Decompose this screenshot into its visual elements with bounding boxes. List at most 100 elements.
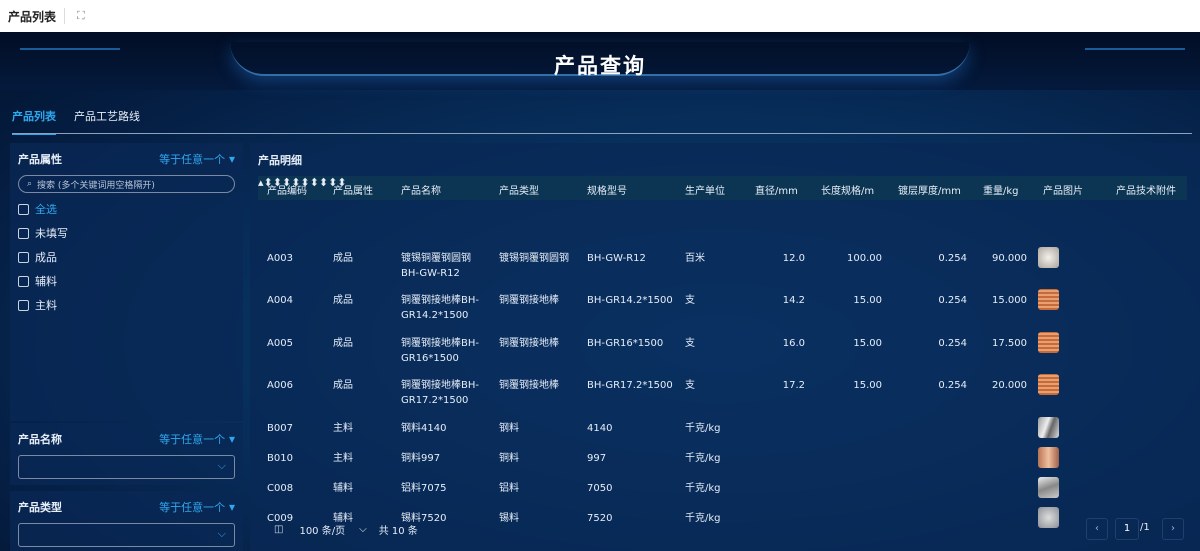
- checkbox-unfilled[interactable]: 未填写: [18, 225, 243, 241]
- product-detail-panel: 产品明细 产品编码 ▴ 产品属性 ⬍ 产品名称 ⬍ 产品类型 ⬍ 规格型号 ⬍ 生产单位 ⬍ 直径/mm…: [250, 143, 1200, 551]
- checkbox-label: 未填写: [35, 227, 68, 240]
- chevron-down-icon: ⌵: [217, 459, 226, 472]
- topbar: 产品列表 ⛶: [0, 0, 1200, 32]
- cell-unit: 支: [685, 295, 695, 306]
- checkbox-icon: [18, 275, 29, 287]
- checkbox-main[interactable]: 主料: [18, 297, 243, 313]
- cell-weight: 17.500: [992, 338, 1027, 349]
- cell-unit: 百米: [685, 253, 705, 264]
- cell-attr: 成品: [333, 253, 353, 264]
- cell-type: 钢料: [499, 423, 519, 434]
- product-type-select[interactable]: ⌵: [18, 523, 235, 547]
- filter-search-input[interactable]: ⌕ 搜索 (多个关键词用空格隔开): [18, 175, 235, 193]
- product-name-select[interactable]: ⌵: [18, 455, 235, 479]
- cell-len: 100.00: [847, 253, 882, 264]
- cell-unit: 千克/kg: [685, 483, 721, 494]
- filter-label: 产品属性: [18, 153, 62, 166]
- filter-operator[interactable]: 等于任意一个: [159, 431, 235, 447]
- tab-divider: [12, 133, 1192, 134]
- page-size[interactable]: 100 条/页: [299, 522, 345, 537]
- filter-label: 产品类型: [18, 501, 62, 514]
- filter-operator[interactable]: 等于任意一个: [159, 499, 235, 515]
- cell-spec: BH-GW-R12: [587, 253, 646, 264]
- cell-type: 铜料: [499, 453, 519, 464]
- cell-type: 镀锡铜覆钢圆钢: [499, 253, 569, 264]
- cell-unit: 支: [685, 338, 695, 349]
- column-label: 直径/mm: [755, 186, 798, 197]
- product-image-thumbnail[interactable]: [1038, 332, 1059, 353]
- page-input[interactable]: 1: [1115, 518, 1139, 540]
- filter-name: 产品名称 等于任意一个 ⌵: [10, 423, 243, 485]
- product-image-thumbnail[interactable]: [1038, 374, 1059, 395]
- dashboard: 产品查询 产品列表 产品工艺路线 产品属性等于任意一个 ⌕搜索 (多个关键词用空…: [0, 32, 1200, 551]
- column-label: 产品图片: [1043, 186, 1083, 197]
- checkbox-auxiliary[interactable]: 辅料: [18, 273, 243, 289]
- prev-page-button[interactable]: ‹: [1086, 518, 1108, 540]
- tab-bar: 产品列表 产品工艺路线: [12, 108, 140, 135]
- column-label: 镀层厚度/mm: [898, 186, 961, 197]
- column-header[interactable]: 生产单位: [685, 182, 725, 197]
- sort-icon[interactable]: ⬍: [310, 176, 319, 189]
- next-page-button[interactable]: ›: [1162, 518, 1184, 540]
- cell-type: 铜覆钢接地棒: [499, 338, 559, 349]
- panel-title: 产品明细: [258, 154, 302, 167]
- cell-code: A003: [267, 253, 293, 264]
- cell-attr: 成品: [333, 338, 353, 349]
- checkbox-label: 辅料: [35, 275, 57, 288]
- cell-spec: BH-GR16*1500: [587, 338, 664, 349]
- search-placeholder: 搜索 (多个关键词用空格隔开): [37, 180, 155, 191]
- column-header[interactable]: 直径/mm: [755, 182, 798, 197]
- column-header[interactable]: 产品名称: [401, 182, 441, 197]
- column-label: 产品类型: [499, 186, 539, 197]
- column-header[interactable]: 产品属性: [333, 182, 373, 197]
- column-label: 重量/kg: [983, 186, 1019, 197]
- chevron-down-icon: ⌵: [217, 527, 226, 540]
- cell-thick: 0.254: [938, 253, 967, 264]
- chevron-down-icon[interactable]: ⌵: [359, 524, 367, 535]
- column-header[interactable]: 产品技术附件: [1116, 182, 1176, 197]
- tab-product-list[interactable]: 产品列表: [12, 108, 56, 135]
- column-header[interactable]: 镀层厚度/mm: [898, 182, 961, 197]
- filter-type: 产品类型 等于任意一个 ⌵: [10, 491, 243, 551]
- cell-unit: 千克/kg: [685, 423, 721, 434]
- column-header[interactable]: 长度规格/m: [821, 182, 874, 197]
- filter-label: 产品名称: [18, 433, 62, 446]
- cell-spec: 997: [587, 453, 607, 464]
- column-header[interactable]: 重量/kg: [983, 182, 1019, 197]
- cell-len: 15.00: [853, 338, 882, 349]
- column-header[interactable]: 产品编码: [267, 182, 307, 197]
- checkbox-all[interactable]: 全选: [18, 201, 243, 217]
- column-header[interactable]: 规格型号: [587, 182, 627, 197]
- page-total: /1: [1140, 522, 1150, 533]
- checkbox-finished[interactable]: 成品: [18, 249, 243, 265]
- filter-operator[interactable]: 等于任意一个: [159, 151, 235, 167]
- cell-code: B007: [267, 423, 293, 434]
- sort-icon[interactable]: ⬍: [319, 176, 328, 189]
- column-label: 规格型号: [587, 186, 627, 197]
- column-header[interactable]: 产品类型: [499, 182, 539, 197]
- cell-name1: 镀锡铜覆钢圆钢: [401, 253, 471, 264]
- tab-process-route[interactable]: 产品工艺路线: [74, 108, 140, 135]
- cell-name1: 钢料4140: [401, 423, 447, 434]
- cell-code: C008: [267, 483, 294, 494]
- cell-dia: 16.0: [782, 338, 805, 349]
- checkbox-icon: [18, 203, 29, 215]
- divider: [64, 8, 66, 24]
- product-image-thumbnail[interactable]: [1038, 447, 1059, 468]
- cell-dia: 12.0: [782, 253, 805, 264]
- cell-thick: 0.254: [938, 380, 967, 391]
- product-image-thumbnail[interactable]: [1038, 417, 1059, 438]
- cell-len: 15.00: [853, 380, 882, 391]
- product-image-thumbnail[interactable]: [1038, 289, 1059, 310]
- cell-attr: 成品: [333, 295, 353, 306]
- column-label: 产品技术附件: [1116, 186, 1176, 197]
- checkbox-label: 成品: [35, 251, 57, 264]
- product-image-thumbnail[interactable]: [1038, 247, 1059, 268]
- header-banner: 产品查询: [0, 32, 1200, 90]
- product-image-thumbnail[interactable]: [1038, 477, 1059, 498]
- column-toggle-icon[interactable]: ◫: [274, 524, 283, 535]
- expand-icon[interactable]: ⛶: [77, 9, 85, 23]
- cell-spec: 4140: [587, 423, 613, 434]
- search-icon: ⌕: [27, 179, 33, 189]
- column-header[interactable]: 产品图片: [1043, 182, 1083, 197]
